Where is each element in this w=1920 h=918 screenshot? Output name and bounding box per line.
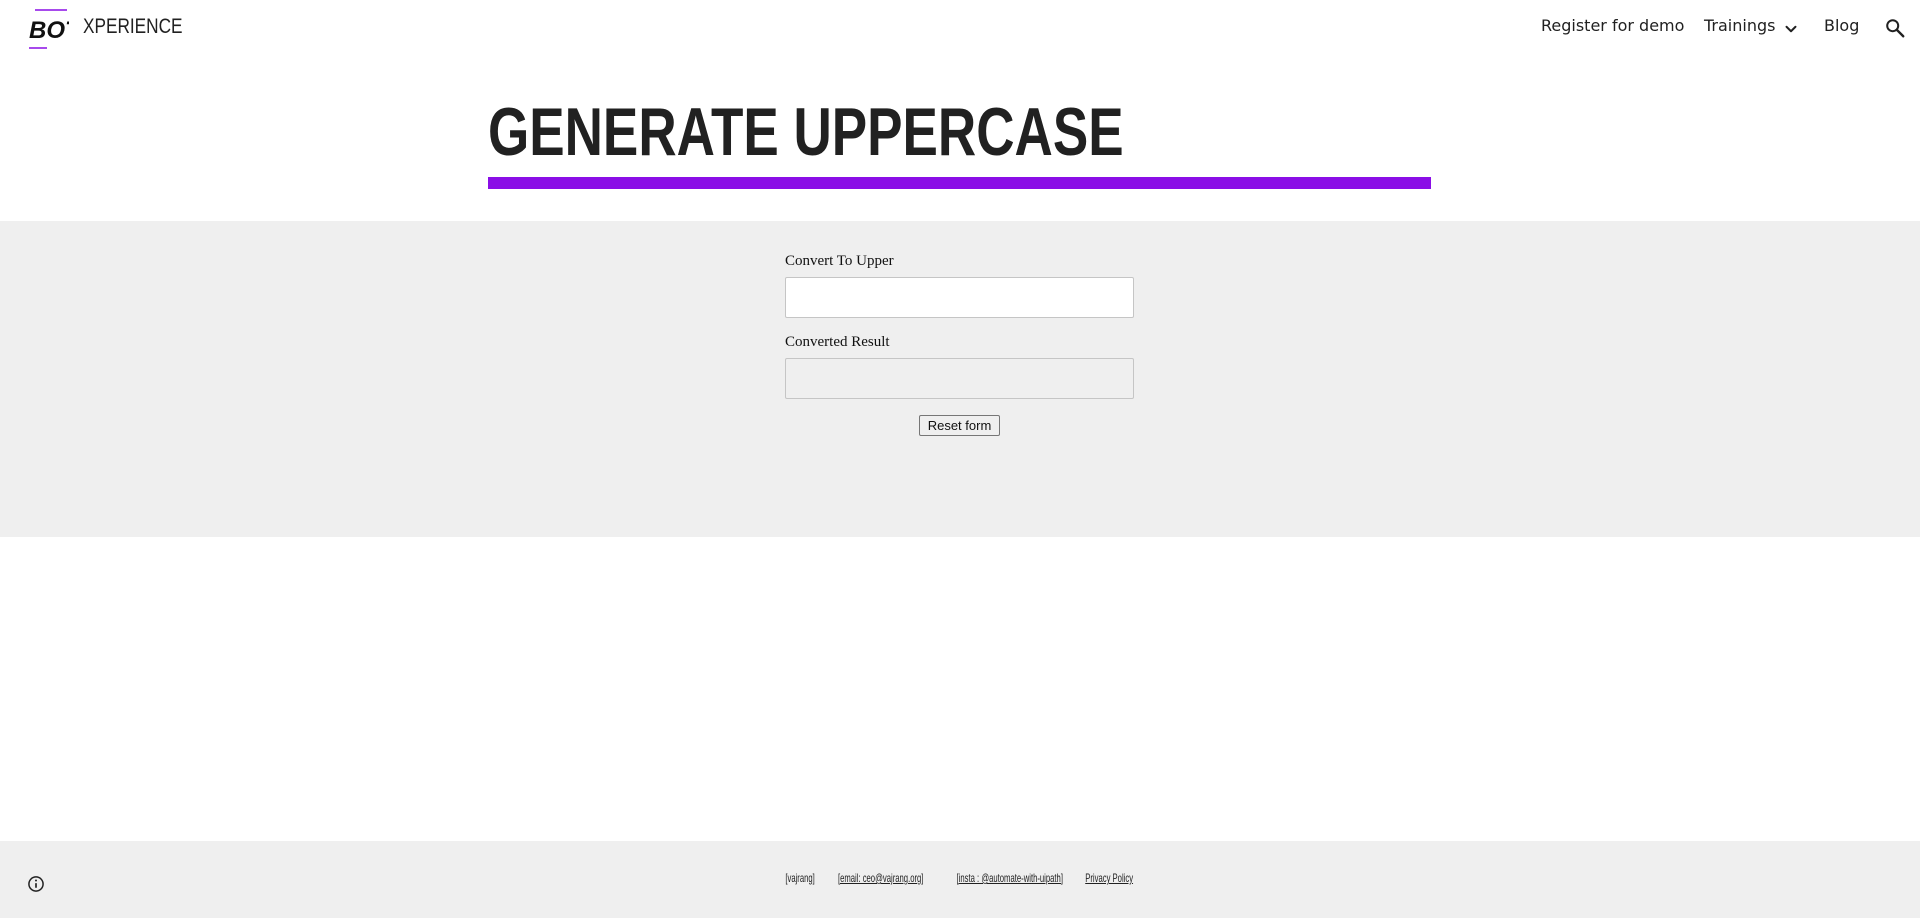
nav-blog[interactable]: Blog bbox=[1824, 16, 1859, 35]
botxperience-logo-icon: BOT bbox=[29, 9, 69, 49]
site-logo[interactable]: BOT bbox=[27, 8, 69, 50]
nav-register-for-demo[interactable]: Register for demo bbox=[1541, 16, 1684, 35]
title-accent-bar bbox=[488, 177, 1431, 189]
svg-text:BOT: BOT bbox=[29, 17, 69, 44]
chevron-down-icon[interactable] bbox=[1782, 20, 1800, 38]
nav-trainings[interactable]: Trainings bbox=[1704, 16, 1775, 35]
convert-to-upper-input[interactable] bbox=[785, 277, 1134, 318]
site-header: BOT XPERIENCE Register for demo Training… bbox=[0, 0, 1920, 56]
reset-form-button[interactable]: Reset form bbox=[919, 415, 1000, 436]
footer-insta-link[interactable]: [insta : @automate-with-uipath] bbox=[957, 871, 1063, 885]
footer-email-link[interactable]: [email: ceo@vajrang.org] bbox=[838, 871, 923, 885]
site-name[interactable]: XPERIENCE bbox=[83, 15, 183, 39]
page-title: GENERATE UPPERCASE bbox=[488, 94, 1124, 170]
search-icon[interactable] bbox=[1884, 17, 1906, 39]
footer-text: [vajrang] [email: ceo@vajrang.org] [inst… bbox=[0, 871, 1920, 885]
footer-name: [vajrang] bbox=[785, 871, 815, 885]
converted-result-label: Converted Result bbox=[785, 334, 890, 350]
converted-result-field[interactable] bbox=[785, 358, 1134, 399]
convert-to-upper-label: Convert To Upper bbox=[785, 253, 894, 269]
footer-line: [vajrang] [email: ceo@vajrang.org] [inst… bbox=[781, 871, 1138, 885]
privacy-policy-link[interactable]: Privacy Policy bbox=[1085, 871, 1133, 885]
